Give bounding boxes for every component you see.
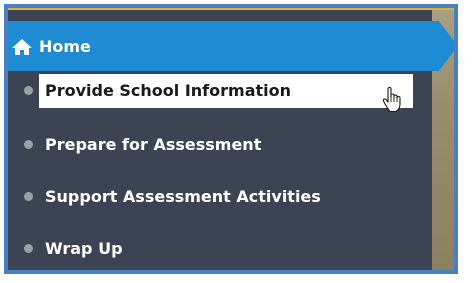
nav-item-label: Provide School Information [45,81,292,100]
nav-item-label: Prepare for Assessment [45,135,262,154]
home-active-arrow [438,20,454,72]
nav-item-provide-school-information[interactable]: Provide School Information [8,74,438,113]
bullet-icon [24,244,33,253]
bullet-icon [24,140,33,149]
home-icon [12,39,32,55]
bullet-icon [24,192,33,201]
nav-item-home[interactable]: Home [8,21,438,71]
bullet-icon [24,86,33,95]
nav-item-home-label: Home [39,37,91,56]
accent-line [8,8,454,10]
navigation-panel: Home Provide School Information Prepare … [4,4,458,274]
nav-item-wrap-up[interactable]: Wrap Up [8,232,438,266]
nav-item-label: Wrap Up [45,239,123,258]
nav-item-label: Support Assessment Activities [45,187,321,206]
hand-pointer-icon [382,87,401,113]
nav-item-support-assessment-activities[interactable]: Support Assessment Activities [8,180,438,214]
nav-item-prepare-for-assessment[interactable]: Prepare for Assessment [8,128,438,162]
